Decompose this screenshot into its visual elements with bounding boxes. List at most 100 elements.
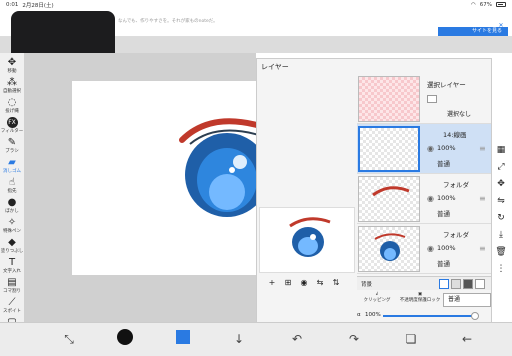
tool-label: ブラシ bbox=[5, 149, 19, 154]
layer-panel: レイヤー + ⊞ ◉ ⇆ ⇅ 選択レイヤー 選択なし 14:線画 ◉ 100% … bbox=[256, 58, 492, 324]
bg-white-swatch[interactable] bbox=[439, 279, 449, 289]
move-icon: ✥ bbox=[7, 57, 17, 68]
bg-none-swatch[interactable] bbox=[475, 279, 485, 289]
text-icon: T bbox=[8, 257, 16, 268]
bottom-toolbar: ⤡ ↓ ↶ ↷ ❏ ← bbox=[0, 322, 512, 356]
tool-move[interactable]: ✥ 移動 bbox=[0, 57, 24, 74]
back-icon[interactable]: ← bbox=[458, 330, 476, 348]
battery-percent: 67% bbox=[479, 1, 492, 8]
trash-icon[interactable]: 🗑 bbox=[494, 245, 508, 259]
finger-icon: ☝ bbox=[8, 177, 16, 188]
layer-item-lineart[interactable]: 14:線画 ◉ 100% 普通 ≡ bbox=[357, 124, 491, 174]
tool-brush[interactable]: ✎ ブラシ bbox=[0, 137, 24, 154]
tool-label: コマ割り bbox=[3, 289, 21, 294]
layer-item-folder[interactable]: フォルダ ◉ 100% 普通 ≡ bbox=[357, 224, 491, 274]
visibility-eye-icon[interactable]: ◉ bbox=[427, 244, 434, 253]
blend-row: ↲ クリッピング ▣ 不透明度保護ロック 普通 bbox=[357, 292, 491, 308]
visibility-eye-icon[interactable]: ◉ bbox=[427, 194, 434, 203]
folder-thumb-art bbox=[374, 233, 406, 261]
tool-label: 特殊ペン bbox=[3, 229, 21, 234]
tool-fill[interactable]: ◆ 塗りつぶし bbox=[0, 237, 24, 254]
tool-frame[interactable]: ▤ コマ割り bbox=[0, 277, 24, 294]
layer-thumbnail bbox=[358, 176, 420, 222]
blur-icon: ● bbox=[7, 197, 17, 208]
layer-preview bbox=[259, 207, 355, 273]
layers-icon[interactable]: ❏ bbox=[402, 330, 420, 348]
layer-opacity: 100% bbox=[437, 244, 456, 252]
checker-icon[interactable]: ▦ bbox=[494, 143, 508, 157]
tool-label: 指先 bbox=[7, 189, 17, 194]
protect-label: 不透明度保護ロック bbox=[399, 298, 441, 303]
flip-horizontal-icon[interactable]: ⇆ bbox=[315, 278, 325, 288]
alpha-value: 100% bbox=[365, 312, 381, 318]
wifi-icon: ◠ bbox=[470, 1, 476, 8]
more-icon[interactable]: ⋮ bbox=[494, 262, 508, 276]
background-label: 背景 bbox=[361, 282, 373, 288]
layer-item-folder[interactable]: フォルダ ◉ 100% 普通 ≡ bbox=[357, 174, 491, 224]
add-image-layer-icon[interactable]: ⊞ bbox=[283, 278, 293, 288]
move-icon[interactable]: ✥ bbox=[494, 177, 508, 191]
brush-icon: ✎ bbox=[7, 137, 17, 148]
special-pen-icon: ✧ bbox=[7, 217, 17, 228]
bg-checker-swatch[interactable] bbox=[451, 279, 461, 289]
rotate-icon[interactable]: ↻ bbox=[494, 211, 508, 225]
folder-thumb-art bbox=[372, 186, 410, 197]
drag-handle-icon[interactable]: ≡ bbox=[479, 144, 486, 153]
undo-icon[interactable]: ↶ bbox=[288, 330, 306, 348]
visibility-eye-icon[interactable]: ◉ bbox=[427, 144, 434, 153]
layer-mode: 普通 bbox=[437, 160, 450, 168]
bg-dark-swatch[interactable] bbox=[463, 279, 473, 289]
alpha-row: α 100% bbox=[353, 310, 493, 322]
left-toolbar: ✥ 移動 ⁂ 自動選択 ◌ 投げ縄 FX フィルター ✎ ブラシ ▰ 消しゴム ☝ 指先 ● ぼかし ✧ 特殊ペン… bbox=[0, 53, 24, 335]
tool-label: 移動 bbox=[7, 69, 17, 74]
layer-name: 選択レイヤー bbox=[427, 81, 466, 89]
layer-mode: 普通 bbox=[437, 210, 450, 218]
tool-magic-wand[interactable]: ⁂ 自動選択 bbox=[0, 77, 24, 94]
transform-tool-icon[interactable]: ⤡ bbox=[60, 330, 78, 348]
layer-item-selection[interactable]: 選択レイヤー 選択なし bbox=[357, 74, 491, 124]
color-swatch[interactable] bbox=[176, 330, 190, 344]
ad-text: なんでも、作りやすさを。それが家ものnoteだ。 bbox=[118, 19, 218, 24]
layer-thumbnail bbox=[358, 76, 420, 122]
brush-size-icon[interactable] bbox=[117, 329, 133, 345]
layer-name: 14:線画 bbox=[443, 131, 467, 139]
protect-button[interactable]: ▣ 不透明度保護ロック bbox=[399, 292, 441, 308]
alpha-slider[interactable] bbox=[383, 315, 475, 317]
lasso-icon: ◌ bbox=[7, 97, 17, 108]
blend-mode-select[interactable]: 普通 bbox=[443, 293, 491, 307]
tool-eraser[interactable]: ▰ 消しゴム bbox=[0, 157, 24, 174]
blend-mode-value: 普通 bbox=[448, 296, 461, 303]
drag-handle-icon[interactable]: ≡ bbox=[479, 244, 486, 253]
tool-blur[interactable]: ● ぼかし bbox=[0, 197, 24, 214]
flip-icon[interactable]: ⇋ bbox=[494, 194, 508, 208]
layer-name: フォルダ bbox=[443, 181, 469, 189]
tool-eyedropper[interactable]: ⟋ スポイト bbox=[0, 297, 24, 314]
tool-fx[interactable]: FX フィルター bbox=[0, 117, 24, 134]
drag-handle-icon[interactable]: ≡ bbox=[479, 194, 486, 203]
selection-checkbox[interactable] bbox=[427, 95, 437, 103]
frame-icon: ▤ bbox=[7, 277, 17, 288]
background-row: 背景 bbox=[357, 276, 491, 290]
tool-finger[interactable]: ☝ 指先 bbox=[0, 177, 24, 194]
download-icon[interactable]: ↓ bbox=[230, 330, 248, 348]
battery-icon bbox=[496, 2, 506, 7]
clipping-button[interactable]: ↲ クリッピング bbox=[357, 292, 397, 308]
transform-icon[interactable]: ⤢ bbox=[494, 160, 508, 174]
flip-vertical-icon[interactable]: ⇅ bbox=[331, 278, 341, 288]
preview-eye-icon bbox=[289, 217, 331, 257]
alpha-slider-knob[interactable] bbox=[471, 312, 479, 320]
layer-panel-title: レイヤー bbox=[261, 63, 289, 71]
layer-thumbnail bbox=[358, 126, 420, 172]
ad-visit-button[interactable]: サイトを見る bbox=[438, 27, 508, 36]
camera-icon[interactable]: ◉ bbox=[299, 278, 309, 288]
fill-icon: ◆ bbox=[8, 237, 16, 248]
tool-lasso[interactable]: ◌ 投げ縄 bbox=[0, 97, 24, 114]
tool-special-pen[interactable]: ✧ 特殊ペン bbox=[0, 217, 24, 234]
tool-label: 消しゴム bbox=[3, 169, 21, 174]
redo-icon[interactable]: ↷ bbox=[345, 330, 363, 348]
tool-text[interactable]: T 文字入れ bbox=[0, 257, 24, 274]
add-layer-icon[interactable]: + bbox=[267, 278, 277, 288]
layer-opacity: 100% bbox=[437, 194, 456, 202]
layer-action-icons: + ⊞ ◉ ⇆ ⇅ bbox=[267, 278, 341, 288]
merge-down-icon[interactable]: ⤓ bbox=[494, 228, 508, 242]
